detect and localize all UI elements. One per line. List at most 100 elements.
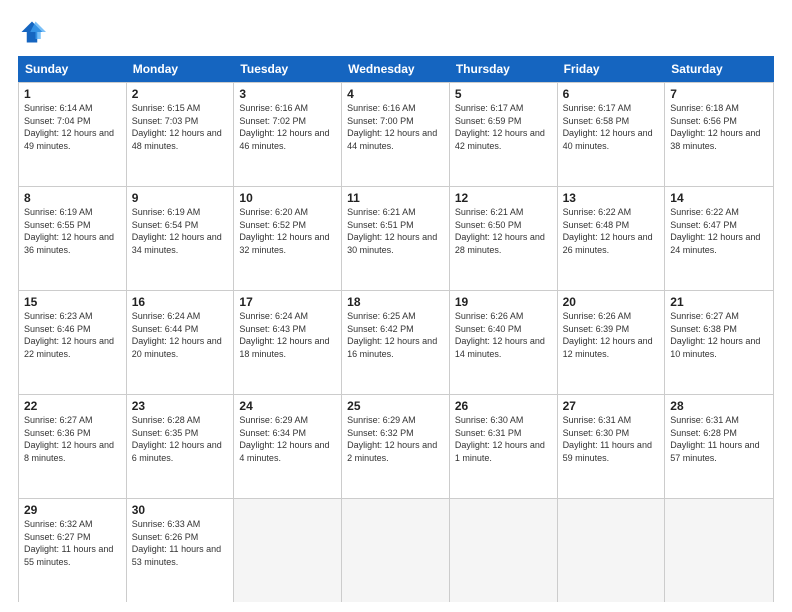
day-number: 16 <box>132 295 229 309</box>
day-number: 12 <box>455 191 552 205</box>
cal-cell: 7Sunrise: 6:18 AMSunset: 6:56 PMDaylight… <box>665 83 773 186</box>
cell-info: Sunrise: 6:17 AMSunset: 6:58 PMDaylight:… <box>563 102 660 152</box>
cal-cell: 11Sunrise: 6:21 AMSunset: 6:51 PMDayligh… <box>342 187 450 290</box>
cell-info: Sunrise: 6:24 AMSunset: 6:44 PMDaylight:… <box>132 310 229 360</box>
cell-info: Sunrise: 6:32 AMSunset: 6:27 PMDaylight:… <box>24 518 121 568</box>
cell-info: Sunrise: 6:27 AMSunset: 6:36 PMDaylight:… <box>24 414 121 464</box>
calendar: SundayMondayTuesdayWednesdayThursdayFrid… <box>18 56 774 602</box>
cal-cell: 30Sunrise: 6:33 AMSunset: 6:26 PMDayligh… <box>127 499 235 602</box>
day-number: 17 <box>239 295 336 309</box>
day-number: 26 <box>455 399 552 413</box>
cell-info: Sunrise: 6:23 AMSunset: 6:46 PMDaylight:… <box>24 310 121 360</box>
day-number: 10 <box>239 191 336 205</box>
cal-cell: 1Sunrise: 6:14 AMSunset: 7:04 PMDaylight… <box>19 83 127 186</box>
cal-cell <box>665 499 773 602</box>
cell-info: Sunrise: 6:14 AMSunset: 7:04 PMDaylight:… <box>24 102 121 152</box>
day-number: 24 <box>239 399 336 413</box>
cell-info: Sunrise: 6:29 AMSunset: 6:34 PMDaylight:… <box>239 414 336 464</box>
cell-info: Sunrise: 6:25 AMSunset: 6:42 PMDaylight:… <box>347 310 444 360</box>
cal-cell: 15Sunrise: 6:23 AMSunset: 6:46 PMDayligh… <box>19 291 127 394</box>
cell-info: Sunrise: 6:19 AMSunset: 6:55 PMDaylight:… <box>24 206 121 256</box>
cal-cell: 2Sunrise: 6:15 AMSunset: 7:03 PMDaylight… <box>127 83 235 186</box>
cal-header-tuesday: Tuesday <box>234 57 342 81</box>
day-number: 8 <box>24 191 121 205</box>
cal-cell: 26Sunrise: 6:30 AMSunset: 6:31 PMDayligh… <box>450 395 558 498</box>
cell-info: Sunrise: 6:22 AMSunset: 6:48 PMDaylight:… <box>563 206 660 256</box>
cal-cell: 14Sunrise: 6:22 AMSunset: 6:47 PMDayligh… <box>665 187 773 290</box>
cal-cell: 17Sunrise: 6:24 AMSunset: 6:43 PMDayligh… <box>234 291 342 394</box>
cal-cell: 4Sunrise: 6:16 AMSunset: 7:00 PMDaylight… <box>342 83 450 186</box>
cal-week-1: 1Sunrise: 6:14 AMSunset: 7:04 PMDaylight… <box>18 82 774 187</box>
calendar-body: 1Sunrise: 6:14 AMSunset: 7:04 PMDaylight… <box>18 82 774 602</box>
cal-cell <box>342 499 450 602</box>
cal-cell: 29Sunrise: 6:32 AMSunset: 6:27 PMDayligh… <box>19 499 127 602</box>
page: SundayMondayTuesdayWednesdayThursdayFrid… <box>0 0 792 612</box>
cell-info: Sunrise: 6:26 AMSunset: 6:40 PMDaylight:… <box>455 310 552 360</box>
cal-header-sunday: Sunday <box>19 57 127 81</box>
day-number: 6 <box>563 87 660 101</box>
cal-cell: 16Sunrise: 6:24 AMSunset: 6:44 PMDayligh… <box>127 291 235 394</box>
cal-week-4: 22Sunrise: 6:27 AMSunset: 6:36 PMDayligh… <box>18 395 774 499</box>
day-number: 2 <box>132 87 229 101</box>
cell-info: Sunrise: 6:31 AMSunset: 6:28 PMDaylight:… <box>670 414 768 464</box>
cal-cell: 23Sunrise: 6:28 AMSunset: 6:35 PMDayligh… <box>127 395 235 498</box>
day-number: 9 <box>132 191 229 205</box>
cal-cell: 3Sunrise: 6:16 AMSunset: 7:02 PMDaylight… <box>234 83 342 186</box>
day-number: 28 <box>670 399 768 413</box>
cal-header-saturday: Saturday <box>665 57 773 81</box>
day-number: 22 <box>24 399 121 413</box>
cell-info: Sunrise: 6:26 AMSunset: 6:39 PMDaylight:… <box>563 310 660 360</box>
day-number: 14 <box>670 191 768 205</box>
day-number: 23 <box>132 399 229 413</box>
cal-cell: 5Sunrise: 6:17 AMSunset: 6:59 PMDaylight… <box>450 83 558 186</box>
cal-cell: 12Sunrise: 6:21 AMSunset: 6:50 PMDayligh… <box>450 187 558 290</box>
cell-info: Sunrise: 6:19 AMSunset: 6:54 PMDaylight:… <box>132 206 229 256</box>
cal-week-5: 29Sunrise: 6:32 AMSunset: 6:27 PMDayligh… <box>18 499 774 602</box>
day-number: 27 <box>563 399 660 413</box>
cal-cell: 13Sunrise: 6:22 AMSunset: 6:48 PMDayligh… <box>558 187 666 290</box>
cal-cell: 20Sunrise: 6:26 AMSunset: 6:39 PMDayligh… <box>558 291 666 394</box>
day-number: 7 <box>670 87 768 101</box>
cell-info: Sunrise: 6:33 AMSunset: 6:26 PMDaylight:… <box>132 518 229 568</box>
cal-cell <box>234 499 342 602</box>
cal-cell: 24Sunrise: 6:29 AMSunset: 6:34 PMDayligh… <box>234 395 342 498</box>
cal-header-wednesday: Wednesday <box>342 57 450 81</box>
day-number: 29 <box>24 503 121 517</box>
cal-header-monday: Monday <box>127 57 235 81</box>
day-number: 15 <box>24 295 121 309</box>
day-number: 13 <box>563 191 660 205</box>
cell-info: Sunrise: 6:21 AMSunset: 6:50 PMDaylight:… <box>455 206 552 256</box>
cal-cell <box>558 499 666 602</box>
day-number: 11 <box>347 191 444 205</box>
cal-cell: 21Sunrise: 6:27 AMSunset: 6:38 PMDayligh… <box>665 291 773 394</box>
cell-info: Sunrise: 6:16 AMSunset: 7:00 PMDaylight:… <box>347 102 444 152</box>
day-number: 5 <box>455 87 552 101</box>
day-number: 30 <box>132 503 229 517</box>
cal-cell: 19Sunrise: 6:26 AMSunset: 6:40 PMDayligh… <box>450 291 558 394</box>
day-number: 25 <box>347 399 444 413</box>
cal-header-thursday: Thursday <box>450 57 558 81</box>
cell-info: Sunrise: 6:17 AMSunset: 6:59 PMDaylight:… <box>455 102 552 152</box>
day-number: 20 <box>563 295 660 309</box>
header <box>18 18 774 46</box>
cell-info: Sunrise: 6:27 AMSunset: 6:38 PMDaylight:… <box>670 310 768 360</box>
cell-info: Sunrise: 6:28 AMSunset: 6:35 PMDaylight:… <box>132 414 229 464</box>
day-number: 1 <box>24 87 121 101</box>
cal-cell <box>450 499 558 602</box>
cell-info: Sunrise: 6:16 AMSunset: 7:02 PMDaylight:… <box>239 102 336 152</box>
cell-info: Sunrise: 6:15 AMSunset: 7:03 PMDaylight:… <box>132 102 229 152</box>
cal-cell: 10Sunrise: 6:20 AMSunset: 6:52 PMDayligh… <box>234 187 342 290</box>
logo <box>18 18 50 46</box>
cal-cell: 25Sunrise: 6:29 AMSunset: 6:32 PMDayligh… <box>342 395 450 498</box>
cal-cell: 28Sunrise: 6:31 AMSunset: 6:28 PMDayligh… <box>665 395 773 498</box>
day-number: 18 <box>347 295 444 309</box>
cal-cell: 22Sunrise: 6:27 AMSunset: 6:36 PMDayligh… <box>19 395 127 498</box>
cal-header-friday: Friday <box>558 57 666 81</box>
day-number: 4 <box>347 87 444 101</box>
cal-cell: 9Sunrise: 6:19 AMSunset: 6:54 PMDaylight… <box>127 187 235 290</box>
day-number: 21 <box>670 295 768 309</box>
calendar-header-row: SundayMondayTuesdayWednesdayThursdayFrid… <box>18 56 774 82</box>
cal-week-2: 8Sunrise: 6:19 AMSunset: 6:55 PMDaylight… <box>18 187 774 291</box>
logo-icon <box>18 18 46 46</box>
cell-info: Sunrise: 6:18 AMSunset: 6:56 PMDaylight:… <box>670 102 768 152</box>
